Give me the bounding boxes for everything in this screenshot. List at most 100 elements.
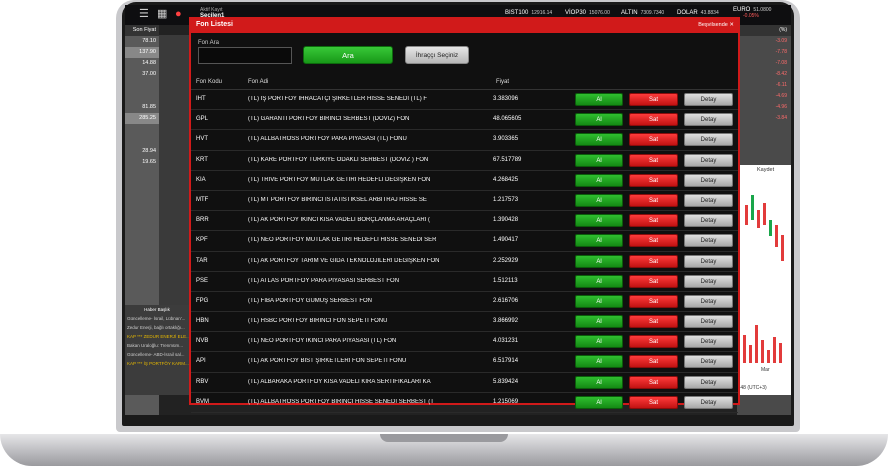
sell-button[interactable]: Sat: [629, 214, 678, 228]
sell-button[interactable]: Sat: [629, 133, 678, 147]
buy-button[interactable]: Al: [575, 133, 623, 147]
sell-button[interactable]: Sat: [629, 335, 678, 349]
sell-button[interactable]: Sat: [629, 113, 678, 127]
buy-button[interactable]: Al: [575, 93, 623, 106]
buy-button[interactable]: Al: [575, 153, 623, 167]
fund-name: (TL) NEO PORTFÖY İKİNCİ PARA PİYASASI (T…: [248, 338, 397, 345]
news-item[interactable]: KAP *** ZEDUR ENERJİ ELE...: [125, 332, 189, 341]
buy-button[interactable]: Al: [575, 193, 623, 207]
detail-button[interactable]: Detay: [684, 113, 733, 127]
change-cell: -8.42: [775, 71, 787, 77]
detail-button[interactable]: Detay: [684, 395, 733, 409]
change-cell: -3.84: [775, 115, 787, 121]
table-row[interactable]: KRT (TL) KARE PORTFÖY TÜRKİYE ODAKLI SERB…: [191, 151, 738, 171]
table-row[interactable]: API (TL) AK PORTFÖY BIST ŞİRKETLERİ FON S…: [191, 352, 738, 373]
detail-button[interactable]: Detay: [684, 254, 733, 268]
table-row[interactable]: TAR (TL) AK PORTFÖY TARIM VE GIDA TEKNOLO…: [191, 252, 738, 272]
sell-button[interactable]: Sat: [629, 93, 678, 106]
buy-button[interactable]: Al: [575, 294, 623, 308]
modal-title: Fon Listesi: [196, 21, 233, 28]
table-row[interactable]: GPL (TL) GARANTİ PORTFÖY BİRİNCİ SERBEST …: [191, 110, 738, 131]
detail-button[interactable]: Detay: [684, 133, 733, 147]
fund-price: 1.490417: [493, 237, 519, 244]
sell-button[interactable]: Sat: [629, 274, 678, 288]
fund-code: HVT: [196, 136, 208, 143]
detail-button[interactable]: Detay: [684, 153, 733, 167]
sell-button[interactable]: Sat: [629, 355, 678, 369]
fund-code: FPG: [196, 297, 209, 304]
buy-button[interactable]: Al: [575, 315, 623, 329]
sell-button[interactable]: Sat: [629, 173, 678, 187]
news-item[interactable]: KAP *** İŞ PORTFÖY KARM...: [125, 359, 189, 368]
table-row[interactable]: KPF (TL) NEO PORTFÖY MUTLAK GETİRİ HEDEFL…: [191, 231, 738, 252]
buy-button[interactable]: Al: [575, 335, 623, 349]
notification-icon[interactable]: ●: [175, 9, 182, 20]
sell-button[interactable]: Sat: [629, 153, 678, 167]
ticker-altin[interactable]: ALTIN 7309.7340: [621, 10, 664, 16]
menu-icon[interactable]: ☰: [139, 9, 149, 20]
table-row[interactable]: HVT (TL) ALLBATROSS PORTFÖY PARA PİYASASI…: [191, 130, 738, 151]
detail-button[interactable]: Detay: [684, 193, 733, 207]
ticker-viop30[interactable]: VİOP30 15076.00: [565, 10, 610, 16]
buy-button[interactable]: Al: [575, 274, 623, 288]
change-cell: -6.11: [775, 82, 787, 88]
fund-price: 67.517789: [493, 156, 522, 163]
detail-button[interactable]: Detay: [684, 315, 733, 329]
ticker-bist100[interactable]: BIST100 12916.14: [505, 10, 552, 16]
detail-button[interactable]: Detay: [684, 214, 733, 228]
table-row[interactable]: HBN (TL) HSBC PORTFÖY BİRİNCİ FON SEPETİ …: [191, 312, 738, 333]
sell-button[interactable]: Sat: [629, 395, 678, 409]
detail-button[interactable]: Detay: [684, 234, 733, 248]
sell-button[interactable]: Sat: [629, 234, 678, 248]
ticker-dolar[interactable]: DOLAR 43.8834: [677, 10, 719, 16]
table-row[interactable]: BVM (TL) ALLBATROSS PORTFÖY BİRİNCİ HİSSE…: [191, 393, 738, 413]
table-row[interactable]: KIA (TL) TRIVE PORTFÖY MUTLAK GETİRİ HEDE…: [191, 171, 738, 191]
buy-button[interactable]: Al: [575, 113, 623, 127]
detail-button[interactable]: Detay: [684, 173, 733, 187]
detail-button[interactable]: Detay: [684, 274, 733, 288]
sell-button[interactable]: Sat: [629, 254, 678, 268]
sell-button[interactable]: Sat: [629, 375, 678, 389]
sell-button[interactable]: Sat: [629, 193, 678, 207]
fund-name: (TL) ALBARAKA PORTFÖY KISA VADELİ KİRA S…: [248, 378, 431, 385]
chart-panel: Kaydet Mar:48 (UTC+3): [737, 165, 791, 395]
price-cell: 137.90: [125, 47, 159, 58]
fund-code: KPF: [196, 237, 208, 244]
table-row[interactable]: FPG (TL) FİBA PORTFÖY GÜMÜŞ SERBEST FON 2.…: [191, 292, 738, 313]
buy-button[interactable]: Al: [575, 234, 623, 248]
news-item[interactable]: Güncelleme- ABD-İsrail sal...: [125, 350, 189, 359]
buy-button[interactable]: Al: [575, 395, 623, 409]
table-row[interactable]: MTF (TL) MT PORTFÖY BİRİNCİ İSTATİSTİKSEL…: [191, 191, 738, 212]
price-cell: 78.10: [142, 38, 156, 44]
sell-button[interactable]: Sat: [629, 315, 678, 329]
table-row[interactable]: PSE (TL) ATLAS PORTFÖY PARA PİYASASI SERB…: [191, 272, 738, 292]
detail-button[interactable]: Detay: [684, 355, 733, 369]
buy-button[interactable]: Al: [575, 173, 623, 187]
search-button[interactable]: Ara: [303, 46, 393, 64]
buy-button[interactable]: Al: [575, 254, 623, 268]
laptop-hinge: [380, 434, 508, 442]
detail-button[interactable]: Detay: [684, 93, 733, 106]
table-row[interactable]: BRR (TL) AK PORTFÖY İKİNCİ KISA VADELİ BO…: [191, 211, 738, 232]
fund-search-input[interactable]: [198, 47, 292, 64]
chart-axis-label: Mar: [761, 367, 770, 373]
table-row[interactable]: RBV (TL) ALBARAKA PORTFÖY KISA VADELİ KİR…: [191, 373, 738, 393]
fund-list-modal: Fon Listesi Beşvilsende ✕ Fon Ara Ara İh…: [189, 17, 740, 413]
calculator-icon[interactable]: ▦: [157, 9, 167, 20]
table-row[interactable]: NVB (TL) NEO PORTFÖY İKİNCİ PARA PİYASASI…: [191, 332, 738, 353]
buy-button[interactable]: Al: [575, 355, 623, 369]
detail-button[interactable]: Detay: [684, 335, 733, 349]
detail-button[interactable]: Detay: [684, 375, 733, 389]
modal-close-button[interactable]: Beşvilsende ✕: [698, 22, 734, 28]
table-row[interactable]: IHT (TL) İŞ PORTFÖY İHRACATÇI ŞİRKETLER H…: [191, 90, 738, 111]
sell-button[interactable]: Sat: [629, 294, 678, 308]
buy-button[interactable]: Al: [575, 214, 623, 228]
fund-name: (TL) MT PORTFÖY BİRİNCİ İSTATİSTİKSEL AR…: [248, 196, 427, 203]
news-item[interactable]: Bakan Uraloğlu: Trenmüm...: [125, 341, 189, 350]
buy-button[interactable]: Al: [575, 375, 623, 389]
news-item[interactable]: Güncelleme- İsrail, Lübnan'...: [125, 314, 189, 323]
news-item[interactable]: Zedur Enerji, bağlı ortaklığı...: [125, 323, 189, 332]
detail-button[interactable]: Detay: [684, 294, 733, 308]
issuer-select-button[interactable]: İhraççı Seçiniz: [405, 46, 469, 64]
fund-code: HBN: [196, 318, 209, 325]
